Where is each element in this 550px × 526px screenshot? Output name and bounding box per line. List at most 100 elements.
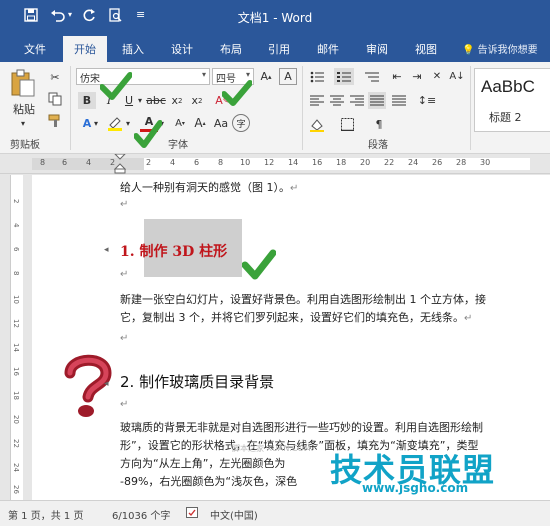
char-shading-icon[interactable]: Aa — [212, 114, 230, 132]
show-marks-icon[interactable]: ¶ — [370, 116, 388, 133]
tab-home[interactable]: 开始 — [63, 36, 107, 62]
tell-me-box[interactable]: 💡 告诉我你想要 — [462, 41, 538, 56]
ruler-tick-label: 6 — [12, 247, 20, 252]
chevron-down-icon: ▾ — [245, 70, 250, 79]
font-name-combo[interactable]: 仿宋 ▾ — [76, 68, 210, 85]
shading-icon[interactable] — [308, 116, 326, 133]
ruler-tick-label: 6 — [194, 158, 200, 167]
tab-review[interactable]: 审阅 — [366, 41, 388, 57]
text-effects-dropdown-icon[interactable]: ▾ — [92, 114, 100, 132]
sort-icon[interactable]: A↓ — [448, 68, 466, 85]
borders-icon[interactable] — [338, 116, 356, 133]
ruler-tick-label: 18 — [336, 158, 347, 167]
multilevel-list-icon[interactable] — [362, 68, 382, 85]
superscript-icon[interactable]: x2 — [188, 92, 206, 109]
paragraph-mark: ↵ — [120, 333, 129, 344]
ruler-tick-label: 16 — [12, 367, 20, 376]
underline-dropdown-icon[interactable]: ▾ — [136, 92, 144, 109]
change-case-icon[interactable]: A — [279, 68, 297, 85]
tab-layout[interactable]: 布局 — [220, 41, 242, 57]
bullets-icon[interactable] — [308, 68, 326, 85]
paste-icon[interactable] — [8, 68, 38, 98]
heading-1: 1. 制作 3D 柱形 — [120, 244, 228, 260]
paragraph-mark: ↵ — [290, 183, 299, 194]
paragraph-mark: ↵ — [120, 199, 129, 210]
ruler-tick-label: 30 — [480, 158, 491, 167]
numbering-icon[interactable] — [334, 68, 354, 85]
tab-references[interactable]: 引用 — [268, 41, 290, 57]
paste-dropdown-icon[interactable]: ▾ — [18, 118, 28, 128]
ruler-tick-label: 22 — [384, 158, 395, 167]
indent-marker-icon[interactable] — [114, 154, 126, 174]
ruler-tick-label: 12 — [264, 158, 275, 167]
word-count[interactable]: 6/1036 个字 — [112, 507, 170, 522]
tab-view[interactable]: 视图 — [415, 41, 437, 57]
status-bar: 第 1 页，共 1 页 6/1036 个字 中文(中国) — [0, 500, 550, 526]
ruler-tick-label: 18 — [12, 391, 20, 400]
ruler-tick-label: 24 — [12, 463, 20, 472]
ruler-tick-label: 2 — [12, 199, 20, 204]
window-title: 文档1 - Word — [237, 11, 313, 25]
checkmark-icon — [242, 249, 276, 280]
doc-line: 它，复制出 3 个，并将它们罗列起来，设置好它们的填充色，无线条。↵ — [120, 309, 472, 325]
tab-insert[interactable]: 插入 — [122, 41, 144, 57]
vertical-ruler[interactable]: 2 4 6 8 10 12 14 16 18 20 22 24 26 — [0, 175, 30, 500]
tab-file[interactable]: 文件 — [24, 41, 46, 57]
bold-icon[interactable]: B — [78, 92, 96, 109]
align-center-icon[interactable] — [328, 92, 346, 109]
tab-mailings[interactable]: 邮件 — [317, 41, 339, 57]
paste-button[interactable]: 粘贴 — [10, 102, 38, 116]
doc-line: 玻璃质的背景无非就是对自选图形进行一些巧妙的设置。利用自选图形绘制 — [120, 421, 483, 434]
proofing-icon[interactable] — [186, 507, 200, 522]
chinese-layout-icon[interactable]: ✕ — [428, 68, 446, 85]
tab-design[interactable]: 设计 — [171, 41, 193, 57]
increase-indent-icon[interactable]: ⇥ — [408, 68, 426, 85]
watermark-url: www.jsgho.com — [362, 481, 469, 495]
ruler-tick-label: 14 — [288, 158, 299, 167]
style-gallery-item-heading2[interactable]: AaBbC 标题 2 — [474, 68, 550, 132]
highlight-dropdown-icon[interactable]: ▾ — [124, 114, 132, 132]
paragraph-mark: ↵ — [464, 313, 473, 324]
grow-font-icon[interactable]: A ▴ — [257, 68, 275, 85]
shrink-font-icon[interactable]: A ▾ — [172, 114, 188, 132]
ribbon-tabs: 文件 开始 插入 设计 布局 引用 邮件 审阅 视图 💡 告诉我你想要 — [0, 34, 550, 62]
ruler-tick-label: 4 — [86, 158, 92, 167]
paragraph-group-label: 段落 — [368, 140, 388, 151]
subscript-icon[interactable]: x2 — [168, 92, 186, 109]
enclose-char-icon[interactable]: 字 — [232, 114, 250, 132]
align-left-icon[interactable] — [308, 92, 326, 109]
font-group-label: 字体 — [168, 140, 188, 151]
grow-font-small-icon[interactable]: A ▴ — [192, 114, 208, 132]
language-indicator[interactable]: 中文(中国) — [210, 507, 258, 522]
ruler-tick-label: 24 — [408, 158, 419, 167]
watermark-faint: 脚本之家 XUAN.COM — [232, 444, 311, 453]
line-spacing-icon[interactable]: ↕≡ — [418, 92, 436, 109]
heading-2: 2. 制作玻璃质目录背景 — [120, 373, 275, 391]
ruler-tick-label: 4 — [12, 223, 20, 228]
page-count[interactable]: 第 1 页，共 1 页 — [8, 507, 83, 522]
cut-icon[interactable]: ✂ — [46, 68, 64, 86]
tell-me-text: 告诉我你想要 — [477, 45, 538, 56]
checkmark-icon — [100, 72, 132, 100]
highlight-icon[interactable] — [106, 114, 124, 132]
ruler-tick-label: 20 — [12, 415, 20, 424]
strikethrough-icon[interactable]: abc — [146, 92, 166, 109]
distributed-icon[interactable] — [390, 92, 408, 109]
doc-line: 给人一种别有洞天的感觉（图 1）。↵ — [120, 179, 298, 195]
doc-line: 新建一张空白幻灯片，设置好背景色。利用自选图形绘制出 1 个立方体，接 — [120, 293, 486, 306]
document-page[interactable]: 给人一种别有洞天的感觉（图 1）。↵ ↵ ◂ 1. 制作 3D 柱形 ↵ 新建一… — [32, 175, 550, 500]
ruler-tick-label: 12 — [12, 319, 20, 328]
ruler-tick-label: 22 — [12, 439, 20, 448]
format-painter-icon[interactable] — [46, 112, 64, 130]
ruler-tick-label: 8 — [12, 271, 20, 276]
paragraph-mark: ↵ — [120, 399, 129, 410]
horizontal-ruler[interactable]: 8 6 4 2 2 4 6 8 10 12 14 16 18 20 22 24 … — [0, 154, 550, 174]
doc-text: 它，复制出 3 个，并将它们罗列起来，设置好它们的填充色，无线条。 — [120, 311, 464, 324]
group-separator — [470, 66, 471, 150]
heading-collapse-icon[interactable]: ◂ — [104, 245, 109, 255]
copy-icon[interactable] — [46, 90, 64, 108]
heading-collapse-icon[interactable]: ◂ — [104, 379, 109, 389]
decrease-indent-icon[interactable]: ⇤ — [388, 68, 406, 85]
justify-icon[interactable] — [368, 92, 386, 109]
align-right-icon[interactable] — [348, 92, 366, 109]
